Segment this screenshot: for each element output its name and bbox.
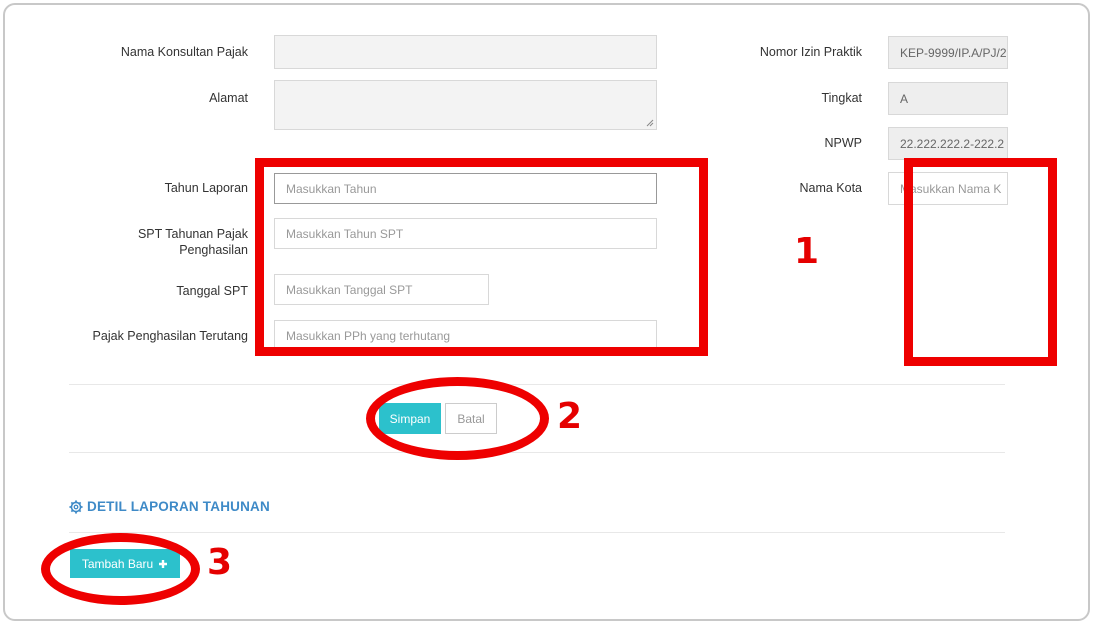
annotation-number-2: 2 — [557, 396, 583, 437]
annotation-ellipse-save — [366, 377, 549, 460]
screenshot-frame: Nama Konsultan Pajak Alamat Tahun Lapora… — [3, 3, 1090, 621]
resize-handle-icon[interactable] — [646, 119, 654, 127]
nomor-izin-label: Nomor Izin Praktik — [759, 45, 862, 59]
spt-tahunan-label-line1: SPT Tahunan Pajak — [137, 227, 248, 241]
nomor-izin-field[interactable]: KEP-9999/IP.A/PJ/2 — [888, 36, 1008, 69]
divider — [69, 452, 1005, 453]
npwp-field[interactable]: 22.222.222.2-222.2 — [888, 127, 1008, 160]
section-title-text: DETIL LAPORAN TAHUNAN — [87, 499, 270, 514]
detil-laporan-heading: DETIL LAPORAN TAHUNAN — [69, 499, 270, 514]
spt-tahunan-label: SPT Tahunan Pajak Penghasilan — [62, 226, 248, 258]
tingkat-field[interactable]: A — [888, 82, 1008, 115]
nama-konsultan-label: Nama Konsultan Pajak — [120, 45, 248, 59]
annotation-box-right — [904, 158, 1057, 366]
form-page: Nama Konsultan Pajak Alamat Tahun Lapora… — [5, 5, 1088, 619]
divider — [69, 384, 1005, 385]
nama-kota-label: Nama Kota — [799, 181, 862, 195]
tingkat-label: Tingkat — [821, 91, 862, 105]
annotation-number-1: 1 — [794, 231, 820, 272]
divider — [69, 532, 1005, 533]
spt-tahunan-label-line2: Penghasilan — [179, 243, 248, 257]
tanggal-spt-label: Tanggal SPT — [176, 284, 248, 298]
pph-terutang-label: Pajak Penghasilan Terutang — [92, 329, 248, 343]
annotation-ellipse-add — [41, 533, 200, 605]
annotation-number-3: 3 — [207, 542, 233, 583]
alamat-textarea[interactable] — [274, 80, 657, 130]
gear-icon — [69, 499, 83, 514]
annotation-box-left — [255, 158, 708, 356]
tahun-laporan-label: Tahun Laporan — [164, 181, 248, 195]
npwp-label: NPWP — [824, 136, 863, 150]
nama-konsultan-field[interactable] — [274, 35, 657, 69]
alamat-label: Alamat — [209, 91, 248, 105]
